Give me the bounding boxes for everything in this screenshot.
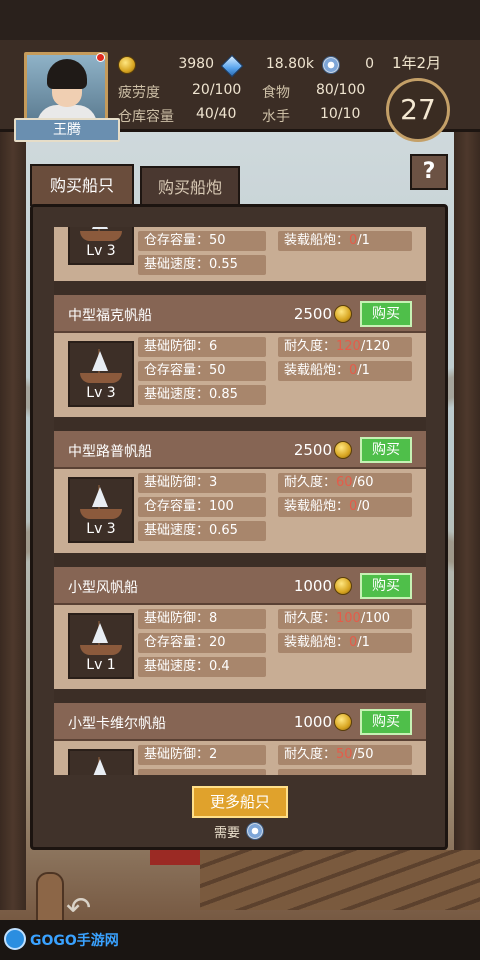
ship-price: 2500 [293,441,332,459]
gold-coin-icon [118,56,136,74]
sailors-value: 10/10 [320,106,361,122]
storage-label: 仓库容量 [118,109,174,125]
notification-dot [96,53,105,62]
ship-list[interactable]: Lv 3 仓存容量：50 装载船炮：0/1 基础速度：0.55 中型福克帆船 2… [54,227,426,775]
gold-coin-icon [334,441,352,459]
ship-capacity: 仓存容量：50 [138,361,266,381]
buy-button[interactable]: 购买 [360,709,412,735]
more-ships-button[interactable]: 更多船只 [192,786,288,818]
buy-button[interactable]: 购买 [360,573,412,599]
deck-planks [200,850,480,910]
gold-coin-icon [334,305,352,323]
food-value: 80/100 [316,82,366,98]
gold-coin-icon [334,577,352,595]
game-date: 1年2月 [392,54,442,72]
help-button[interactable]: ? [410,154,448,190]
ship-card: 中型路普帆船 2500 购买 Lv 3 基础防御：3 耐久度：60/60 仓存容… [54,431,426,553]
ship-speed: 基础速度：0.4 [138,657,266,677]
ship-durability: 耐久度：120/120 [278,337,412,357]
ship-thumbnail [68,749,134,775]
ship-durability: 耐久度：60/60 [278,473,412,493]
ship-cannons [278,769,412,775]
ship-durability: 耐久度：50/50 [278,745,412,765]
tab-buy-cannon[interactable]: 购买船炮 [140,166,240,208]
buy-button[interactable]: 购买 [360,301,412,327]
left-pillar [0,60,26,910]
ship-cannons: 装载船炮：0/1 [278,231,412,251]
ship-level: Lv 3 [86,243,116,259]
storage-value: 40/40 [196,106,237,122]
ship-card: 小型卡维尔帆船 1000 购买 基础防御：2 耐久度：50/50 [54,703,426,775]
gold-coin-icon [334,713,352,731]
tab-buy-ship[interactable]: 购买船只 [30,164,134,206]
ship-capacity: 仓存容量：100 [138,497,266,517]
watermark-logo-icon [4,928,26,950]
sailors-label: 水手 [262,109,290,125]
ship-capacity: 仓存容量：50 [138,231,266,251]
medal-amount: 0 [365,56,374,72]
ship-card: 小型风帆船 1000 购买 Lv 1 基础防御：8 耐久度：100/100 仓存… [54,567,426,689]
ship-speed: 基础速度：0.65 [138,521,266,541]
cost-label: 需要 [214,826,241,841]
gem-amount: 18.80k [265,56,314,72]
ship-durability: 耐久度：100/100 [278,609,412,629]
ship-thumbnail: Lv 3 [68,477,134,543]
ship-name: 小型卡维尔帆船 [68,716,166,732]
ship-card-partial: Lv 3 仓存容量：50 装载船炮：0/1 基础速度：0.55 [54,227,426,281]
buy-button[interactable]: 购买 [360,437,412,463]
ship-defense: 基础防御：6 [138,337,266,357]
ship-speed: 基础速度：0.85 [138,385,266,405]
right-pillar [454,60,480,910]
ship-defense: 基础防御：2 [138,745,266,765]
avatar[interactable] [24,52,108,124]
ship-capacity [138,769,266,775]
ship-card: 中型福克帆船 2500 购买 Lv 3 基础防御：6 耐久度：120/120 仓… [54,295,426,417]
ship-cannons: 装载船炮：0/1 [278,361,412,381]
ship-level: Lv 1 [86,657,116,673]
ship-name: 中型福克帆船 [68,308,152,324]
ship-price: 1000 [293,577,332,595]
ship-capacity: 仓存容量：20 [138,633,266,653]
ship-price: 2500 [293,305,332,323]
ship-name: 中型路普帆船 [68,444,152,460]
ship-cannons: 装载船炮：0/0 [278,497,412,517]
watermark-text: GOGO手游网 [30,933,119,949]
ship-price: 1000 [293,713,332,731]
ship-name: 小型风帆船 [68,580,138,596]
ship-defense: 基础防御：8 [138,609,266,629]
medal-icon [322,56,340,74]
medal-icon [246,822,264,840]
ship-defense: 基础防御：3 [138,473,266,493]
ship-level: Lv 3 [86,385,116,401]
ship-thumbnail: Lv 1 [68,613,134,679]
fatigue-label: 疲劳度 [118,85,160,101]
gold-amount: 3980 [178,56,214,72]
player-name: 王腾 [14,118,120,142]
ship-thumbnail: Lv 3 [68,227,134,265]
ship-speed: 基础速度：0.55 [138,255,266,275]
ship-level: Lv 3 [86,521,116,537]
fatigue-value: 20/100 [192,82,242,98]
player-level[interactable]: 27 [386,78,450,142]
ship-thumbnail: Lv 3 [68,341,134,407]
food-label: 食物 [262,85,290,101]
ship-cannons: 装载船炮：0/1 [278,633,412,653]
